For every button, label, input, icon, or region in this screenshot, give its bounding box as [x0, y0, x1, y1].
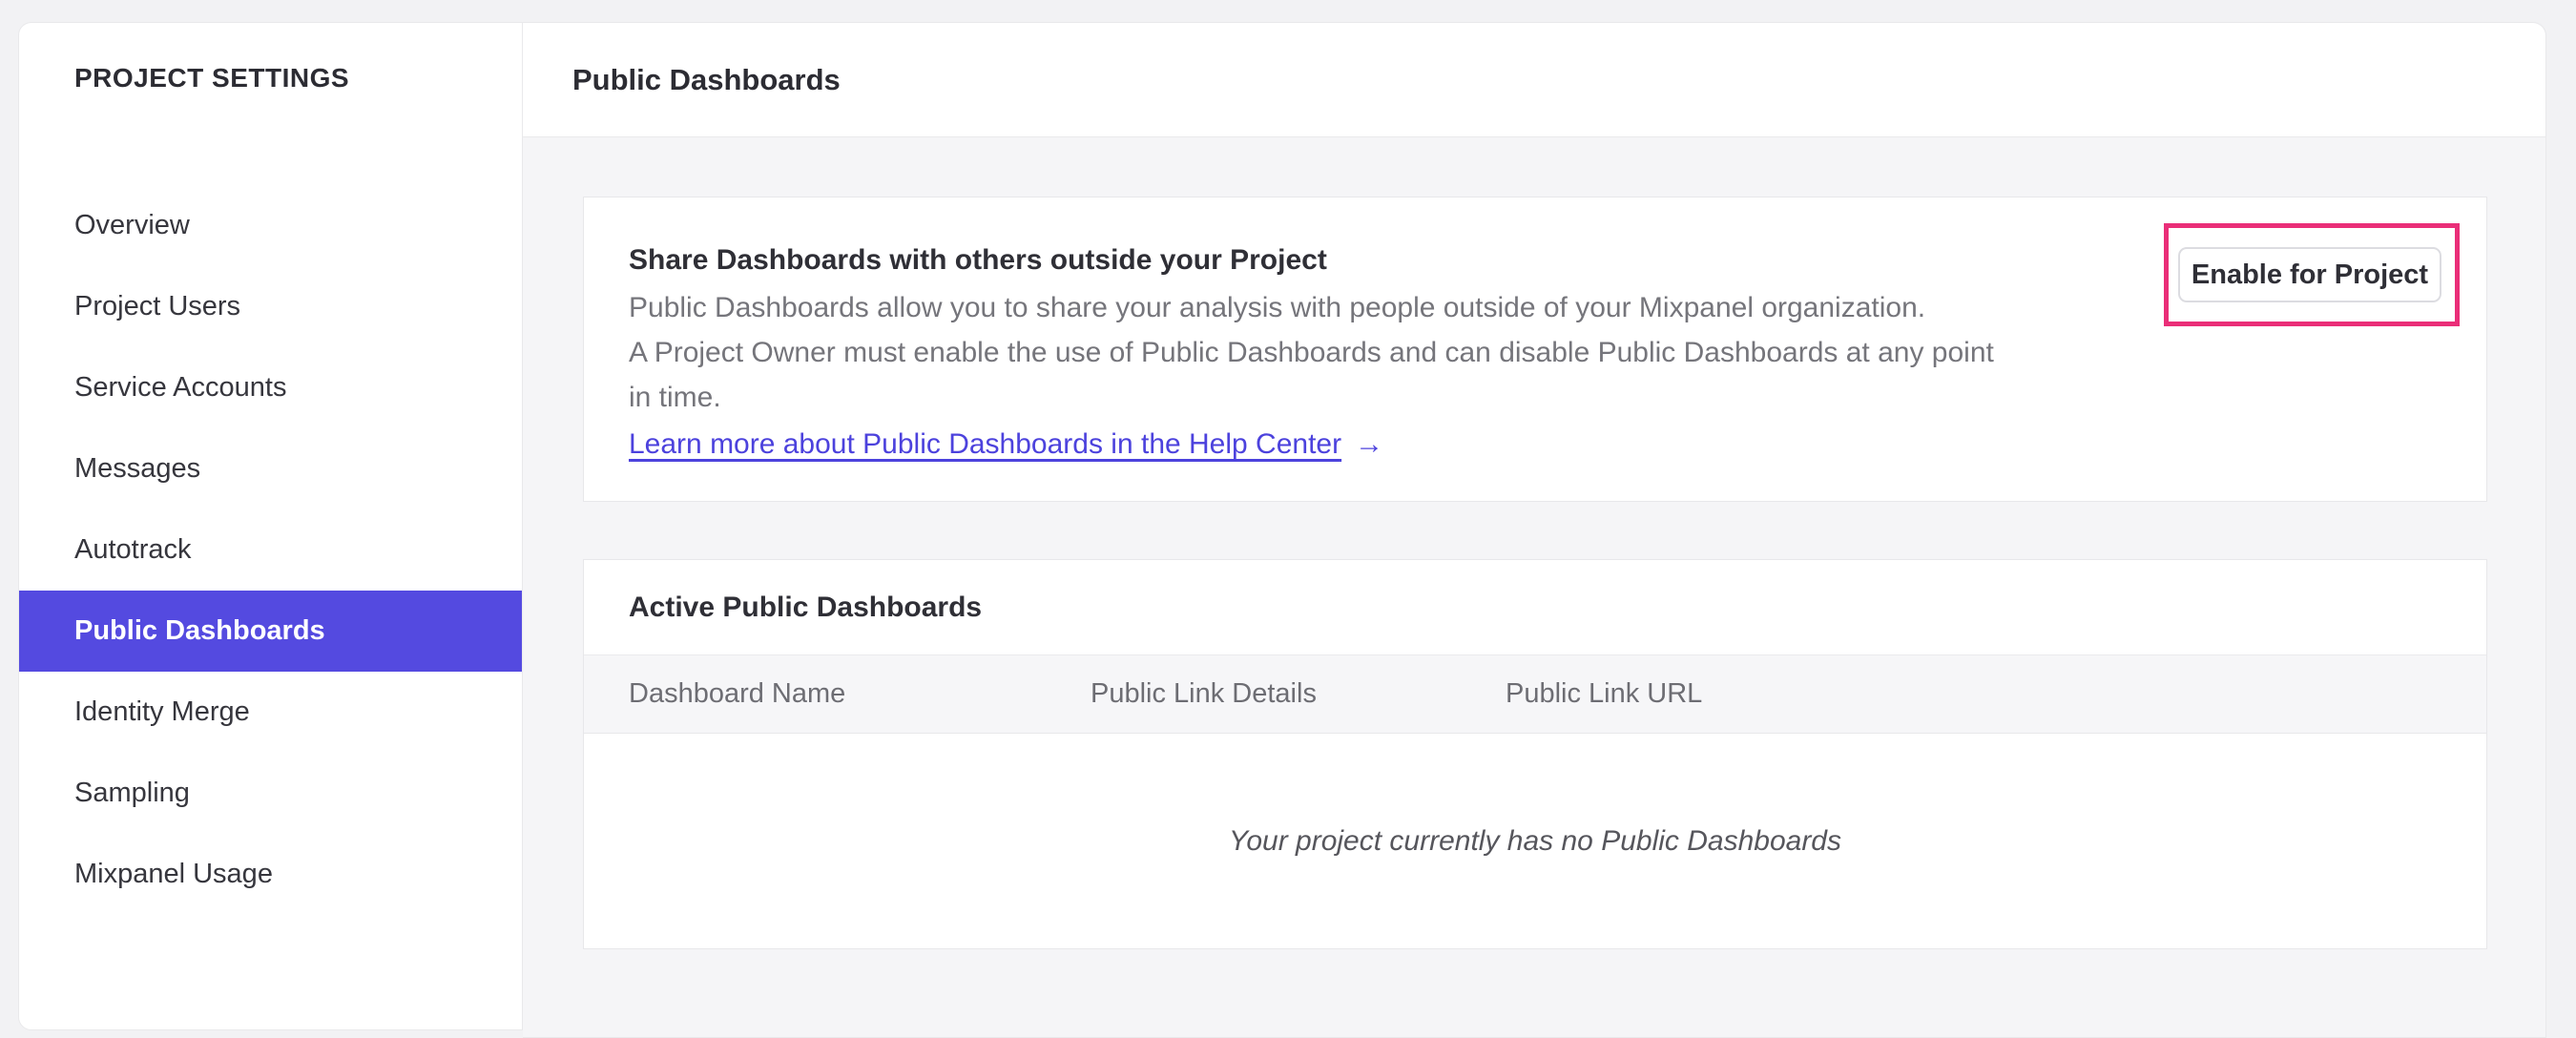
dashboards-card-title: Active Public Dashboards [629, 591, 983, 623]
description-line: in time. [629, 382, 721, 413]
main-panel: Public Dashboards Share Dashboards with … [523, 22, 2546, 1038]
sidebar-item-label: Identity Merge [74, 696, 250, 727]
main-header: Public Dashboards [523, 23, 2545, 137]
page: PROJECT SETTINGS Overview Project Users … [0, 0, 2576, 1038]
sidebar-item-service-accounts[interactable]: Service Accounts [19, 347, 522, 428]
column-header-public-link-details: Public Link Details [1091, 678, 1317, 709]
share-card-title: Share Dashboards with others outside you… [629, 244, 1327, 276]
description-line: Public Dashboards allow you to share you… [629, 292, 1926, 323]
dashboards-empty-row: Your project currently has no Public Das… [584, 734, 2486, 948]
enable-for-project-button[interactable]: Enable for Project [2178, 247, 2441, 302]
sidebar-item-label: Overview [74, 210, 190, 240]
arrow-right-icon: → [1355, 428, 1384, 460]
description-line: A Project Owner must enable the use of P… [629, 337, 1994, 368]
sidebar-item-mixpanel-usage[interactable]: Mixpanel Usage [19, 834, 522, 915]
sidebar-title: PROJECT SETTINGS [74, 63, 350, 93]
sidebar-item-overview[interactable]: Overview [19, 185, 522, 266]
dashboards-card: Active Public Dashboards Dashboard Name … [583, 559, 2487, 949]
sidebar-item-messages[interactable]: Messages [19, 428, 522, 509]
column-header-public-link-url: Public Link URL [1506, 678, 1703, 709]
empty-state-message: Your project currently has no Public Das… [1228, 824, 1841, 857]
sidebar-item-label: Sampling [74, 778, 190, 808]
sidebar-item-label: Service Accounts [74, 372, 287, 403]
sidebar-item-sampling[interactable]: Sampling [19, 753, 522, 834]
sidebar-item-autotrack[interactable]: Autotrack [19, 509, 522, 591]
sidebar-item-label: Mixpanel Usage [74, 859, 273, 889]
column-header-dashboard-name: Dashboard Name [629, 678, 846, 709]
sidebar-item-identity-merge[interactable]: Identity Merge [19, 672, 522, 753]
sidebar-nav: Overview Project Users Service Accounts … [19, 185, 522, 915]
dashboards-card-header: Active Public Dashboards [584, 560, 2486, 655]
dashboards-table-header: Dashboard Name Public Link Details Publi… [584, 655, 2486, 734]
sidebar-item-label: Autotrack [74, 534, 192, 565]
help-center-link[interactable]: Learn more about Public Dashboards in th… [629, 428, 1341, 460]
help-link-row: Learn more about Public Dashboards in th… [629, 422, 2440, 467]
sidebar-item-label: Public Dashboards [74, 615, 325, 646]
sidebar: PROJECT SETTINGS Overview Project Users … [18, 22, 523, 1030]
share-card: Share Dashboards with others outside you… [583, 197, 2487, 502]
share-card-description: Public Dashboards allow you to share you… [629, 285, 2440, 420]
sidebar-item-public-dashboards[interactable]: Public Dashboards [19, 591, 522, 672]
sidebar-item-label: Messages [74, 453, 201, 484]
page-title: Public Dashboards [572, 62, 841, 96]
content-area: Share Dashboards with others outside you… [523, 137, 2545, 1037]
sidebar-item-label: Project Users [74, 291, 241, 322]
sidebar-item-project-users[interactable]: Project Users [19, 266, 522, 347]
